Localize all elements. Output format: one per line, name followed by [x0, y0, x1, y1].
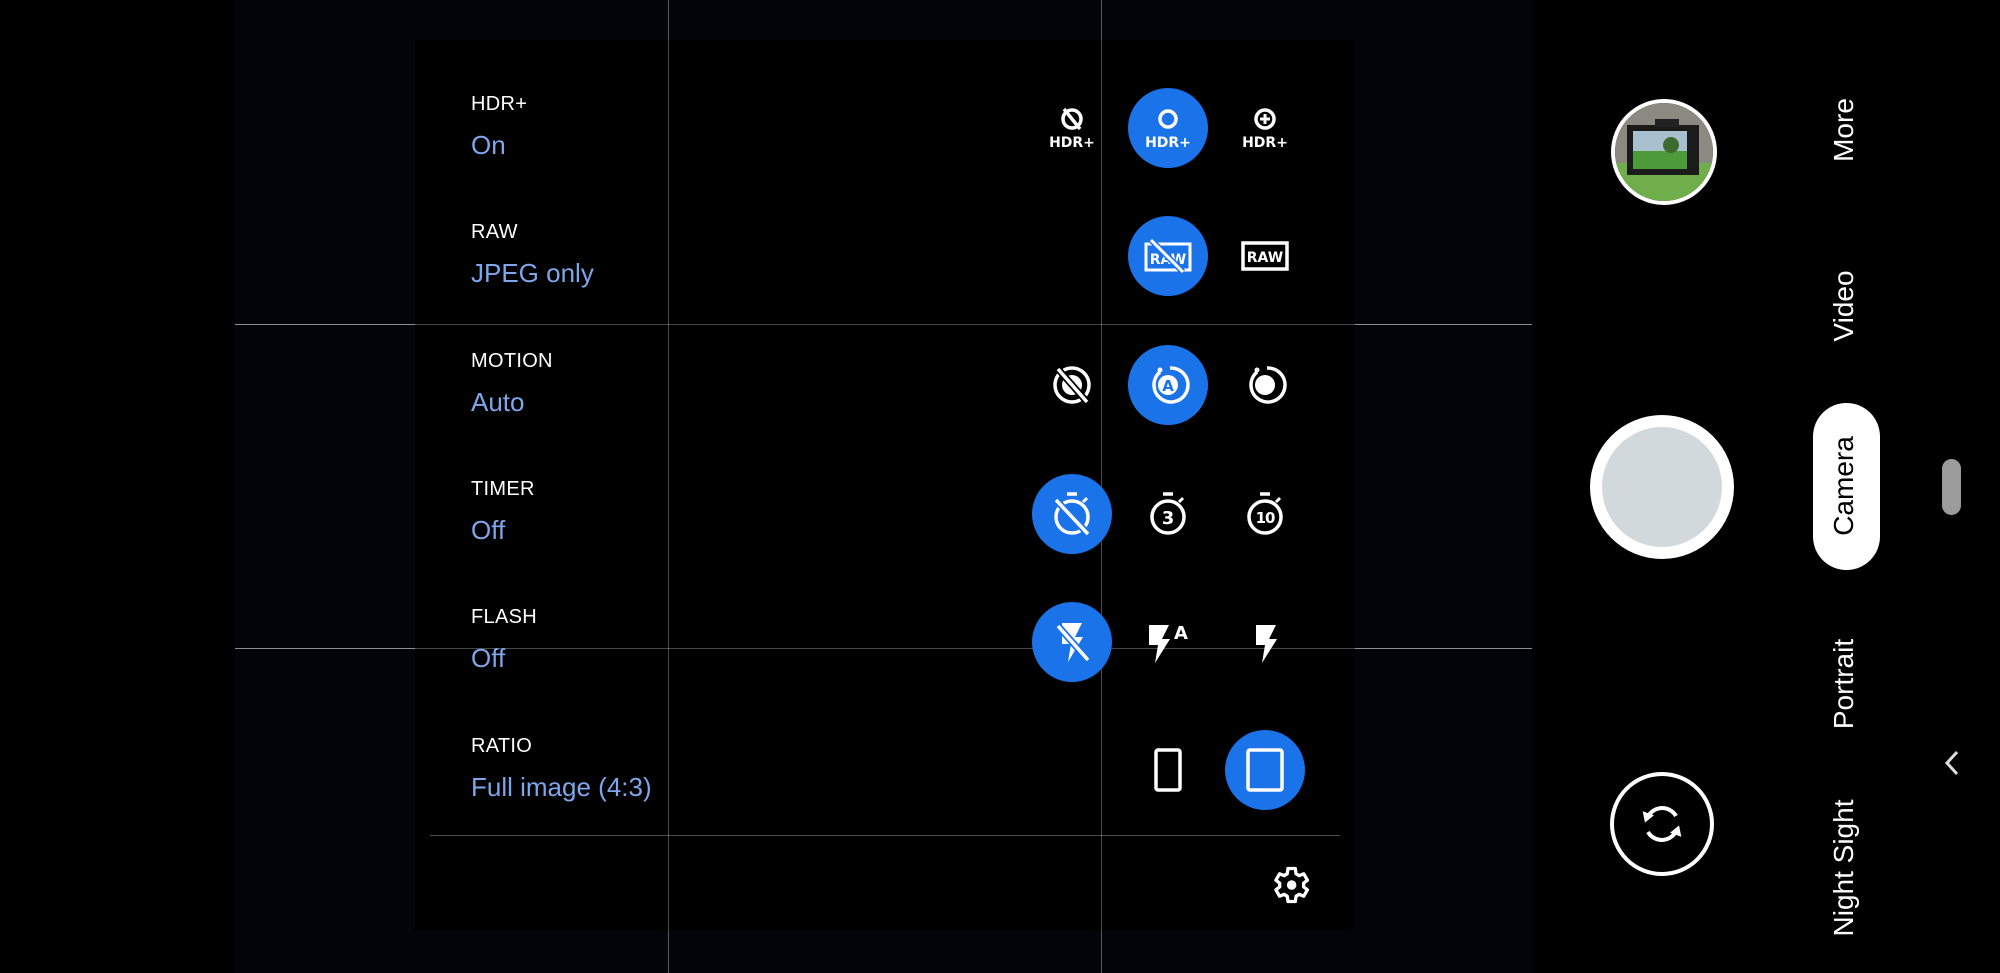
setting-value: JPEG only	[471, 258, 594, 288]
raw-text: RAW	[1247, 250, 1283, 266]
hdr-text: HDR+	[1145, 135, 1191, 150]
setting-flash[interactable]: FLASH Off	[471, 606, 537, 674]
ratio-wide-option[interactable]	[1128, 730, 1208, 810]
setting-value: Off	[471, 515, 506, 545]
chevron-left-icon[interactable]	[1942, 748, 1962, 786]
mode-more[interactable]: More	[1828, 70, 1864, 190]
motion-auto-icon: A	[1152, 366, 1190, 404]
grid-line	[415, 648, 1355, 649]
ratio-wide-icon	[1154, 748, 1182, 792]
mode-camera[interactable]: Camera	[1828, 426, 1864, 546]
gear-icon	[1274, 866, 1310, 904]
motion-on-option[interactable]	[1225, 345, 1305, 425]
settings-button[interactable]	[1268, 863, 1312, 907]
hdr-on-option[interactable]: HDR+	[1128, 88, 1208, 168]
grid-line	[415, 324, 1355, 325]
flash-off-icon	[1055, 623, 1091, 663]
hdr-off-icon: HDR+	[1049, 107, 1095, 150]
timer-text: 3	[1162, 508, 1175, 529]
setting-label: RATIO	[471, 735, 533, 757]
setting-raw[interactable]: RAW JPEG only	[471, 221, 594, 289]
motion-on-icon	[1249, 366, 1287, 404]
setting-ratio[interactable]: RATIO Full image (4:3)	[471, 735, 652, 803]
timer-10-option[interactable]: 10	[1225, 474, 1305, 554]
hdr-text: HDR+	[1049, 135, 1095, 150]
setting-motion[interactable]: MOTION Auto	[471, 350, 553, 418]
setting-value: Off	[471, 643, 506, 673]
ratio-full-option[interactable]	[1225, 730, 1305, 810]
timer-10-icon: 10	[1247, 492, 1283, 535]
setting-value: On	[471, 130, 506, 160]
hdr-enhanced-icon: HDR+	[1242, 108, 1288, 150]
mode-portrait[interactable]: Portrait	[1828, 614, 1864, 754]
raw-off-option[interactable]: RAW	[1128, 216, 1208, 296]
setting-timer[interactable]: TIMER Off	[471, 478, 535, 546]
timer-3-option[interactable]: 3	[1128, 474, 1208, 554]
grid-line	[668, 40, 669, 931]
motion-off-icon	[1053, 366, 1091, 405]
flash-auto-option[interactable]: A	[1128, 602, 1208, 682]
timer-3-icon: 3	[1150, 492, 1186, 535]
shutter-inner	[1602, 427, 1722, 547]
grid-line	[1101, 40, 1102, 931]
flip-camera-icon	[1642, 806, 1682, 842]
motion-off-option[interactable]	[1032, 345, 1112, 425]
raw-off-icon: RAW	[1144, 238, 1192, 274]
hdr-off-option[interactable]: HDR+	[1032, 88, 1112, 168]
timer-off-option[interactable]	[1032, 474, 1112, 554]
hdr-text: HDR+	[1242, 135, 1288, 150]
flash-auto-text: A	[1174, 623, 1188, 644]
setting-label: RAW	[471, 221, 518, 243]
raw-on-option[interactable]: RAW	[1225, 216, 1305, 296]
mode-video[interactable]: Video	[1828, 246, 1864, 366]
flash-auto-icon: A	[1149, 623, 1188, 663]
ratio-full-icon	[1246, 748, 1284, 792]
motion-auto-option[interactable]: A	[1128, 345, 1208, 425]
gallery-thumbnail[interactable]	[1611, 99, 1717, 205]
motion-auto-text: A	[1162, 377, 1174, 395]
timer-off-icon	[1053, 492, 1091, 537]
mode-scroll-handle[interactable]	[1942, 459, 1961, 515]
setting-label: TIMER	[471, 478, 535, 500]
hdr-on-icon: HDR+	[1145, 109, 1191, 150]
raw-on-icon: RAW	[1241, 241, 1289, 271]
timer-text: 10	[1256, 509, 1275, 527]
setting-value: Full image (4:3)	[471, 772, 652, 802]
flash-on-icon	[1256, 625, 1277, 663]
hdr-enhanced-option[interactable]: HDR+	[1225, 88, 1305, 168]
setting-label: MOTION	[471, 350, 553, 372]
setting-value: Auto	[471, 387, 525, 417]
flash-off-option[interactable]	[1032, 602, 1112, 682]
shutter-button[interactable]	[1590, 415, 1734, 559]
setting-hdr[interactable]: HDR+ On	[471, 93, 527, 161]
mode-night-sight[interactable]: Night Sight	[1828, 778, 1864, 958]
setting-label: HDR+	[471, 93, 528, 115]
switch-camera-button[interactable]	[1610, 772, 1714, 876]
panel-divider	[430, 835, 1340, 836]
photo-preview-icon	[1615, 103, 1713, 201]
setting-label: FLASH	[471, 606, 537, 628]
flash-on-option[interactable]	[1225, 602, 1305, 682]
